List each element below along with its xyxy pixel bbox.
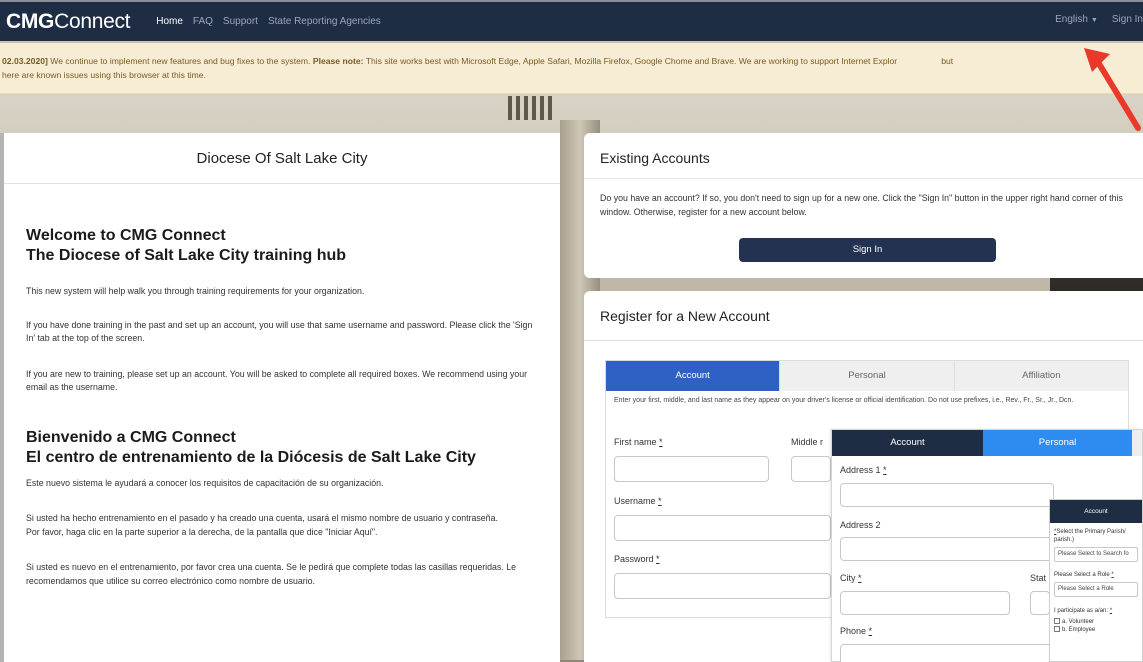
password-label: Password * (614, 554, 660, 564)
name-instructions: Enter your first, middle, and last name … (614, 397, 1074, 404)
nav-home-link[interactable]: Home (156, 16, 183, 27)
address2-input[interactable] (840, 537, 1054, 561)
existing-accounts-text: Do you have an account? If so, you don't… (600, 193, 1123, 217)
parish-label: *Select the Primary Parish/parish.) (1054, 529, 1126, 543)
role-label: Please Select a Role * (1054, 572, 1114, 578)
diocese-info-card: Diocese Of Salt Lake City Welcome to CMG… (0, 133, 560, 662)
nav-state-reporting-link[interactable]: State Reporting Agencies (268, 16, 381, 27)
first-name-input[interactable] (614, 456, 769, 482)
diocese-title: Diocese Of Salt Lake City (4, 133, 560, 184)
register-title: Register for a New Account (584, 291, 1143, 341)
returning-user-paragraph: If you have done training in the past an… (26, 319, 533, 344)
bg-column (524, 96, 528, 120)
chevron-down-icon: ▼ (1090, 17, 1098, 24)
alert-line-1: 02.03.2020] We continue to implement new… (2, 56, 954, 66)
middle-name-input[interactable] (791, 456, 831, 482)
top-navbar: CMGConnect Home FAQ Support State Report… (0, 0, 1143, 41)
spanish-new-user-paragraph: Si usted es nuevo en el entrenamiento, p… (26, 562, 516, 586)
affiliation-tab-preview: Account *Select the Primary Parish/paris… (1049, 499, 1143, 662)
welcome-heading: Welcome to CMG Connect The Diocese of Sa… (26, 227, 347, 264)
city-input[interactable] (840, 591, 1010, 615)
address1-label: Address 1 * (840, 465, 887, 475)
nav-right: English ▼ Sign In (1055, 14, 1143, 25)
username-label: Username * (614, 496, 662, 506)
checkbox-icon[interactable] (1054, 618, 1060, 624)
intro-paragraph: This new system will help walk you throu… (26, 286, 365, 296)
alert-line-2: here are known issues using this browser… (2, 70, 206, 80)
tab-account[interactable]: Account (606, 361, 781, 391)
preview-tab-affiliation[interactable] (1132, 430, 1142, 456)
new-user-paragraph: If you are new to training, please set u… (26, 368, 528, 393)
first-name-label: First name * (614, 437, 663, 447)
role-select[interactable]: Please Select a Role (1054, 582, 1138, 597)
bg-column (532, 96, 536, 120)
middle-name-label: Middle r (791, 437, 824, 447)
spanish-returning-paragraph: Si usted ha hecho entrenamiento en el pa… (26, 513, 498, 537)
nav-faq-link[interactable]: FAQ (193, 16, 213, 27)
phone-label: Phone * (840, 626, 873, 636)
affiliation-preview-tab[interactable]: Account (1050, 500, 1142, 523)
address2-label: Address 2 (840, 520, 881, 530)
existing-accounts-card: Existing Accounts Do you have an account… (584, 133, 1143, 278)
sign-in-button[interactable]: Sign In (739, 238, 996, 262)
register-tabs: Account Personal Affiliation (606, 361, 1128, 391)
preview-tab-personal[interactable]: Personal (983, 430, 1133, 456)
phone-input[interactable] (840, 644, 1054, 662)
spanish-intro-paragraph: Este nuevo sistema le ayudará a conocer … (26, 477, 384, 488)
bg-column (516, 96, 520, 120)
brand-logo[interactable]: CMGConnect (0, 10, 131, 34)
spanish-welcome-heading: Bienvenido a CMG Connect El centro de en… (26, 428, 476, 466)
volunteer-option[interactable]: a. Volunteer (1050, 618, 1142, 626)
bg-column (540, 96, 544, 120)
state-select[interactable] (1030, 591, 1050, 615)
participate-label: I participate as a/an: * (1054, 608, 1113, 614)
nav-signin-link[interactable]: Sign In (1112, 14, 1143, 25)
username-input[interactable] (614, 515, 831, 541)
red-arrow-icon (1084, 48, 1141, 131)
tab-personal[interactable]: Personal (780, 361, 955, 391)
notice-alert: 02.03.2020] We continue to implement new… (0, 43, 1143, 94)
nav-links: Home FAQ Support State Reporting Agencie… (156, 16, 381, 27)
employee-option[interactable]: b. Employee (1050, 626, 1142, 634)
checkbox-icon[interactable] (1054, 626, 1060, 632)
city-label: City * (840, 573, 862, 583)
parish-select[interactable]: Please Select to Search fo (1054, 547, 1138, 562)
language-dropdown[interactable]: English ▼ (1055, 14, 1098, 25)
tab-affiliation[interactable]: Affiliation (954, 361, 1128, 391)
bg-column (548, 96, 552, 120)
preview-tabs: Account Personal (832, 430, 1142, 456)
nav-support-link[interactable]: Support (223, 16, 258, 27)
existing-accounts-title: Existing Accounts (584, 133, 1143, 179)
preview-tab-account[interactable]: Account (832, 430, 984, 456)
address1-input[interactable] (840, 483, 1054, 507)
bg-column (508, 96, 512, 120)
password-input[interactable] (614, 573, 831, 599)
state-label: Stat (1030, 573, 1047, 583)
